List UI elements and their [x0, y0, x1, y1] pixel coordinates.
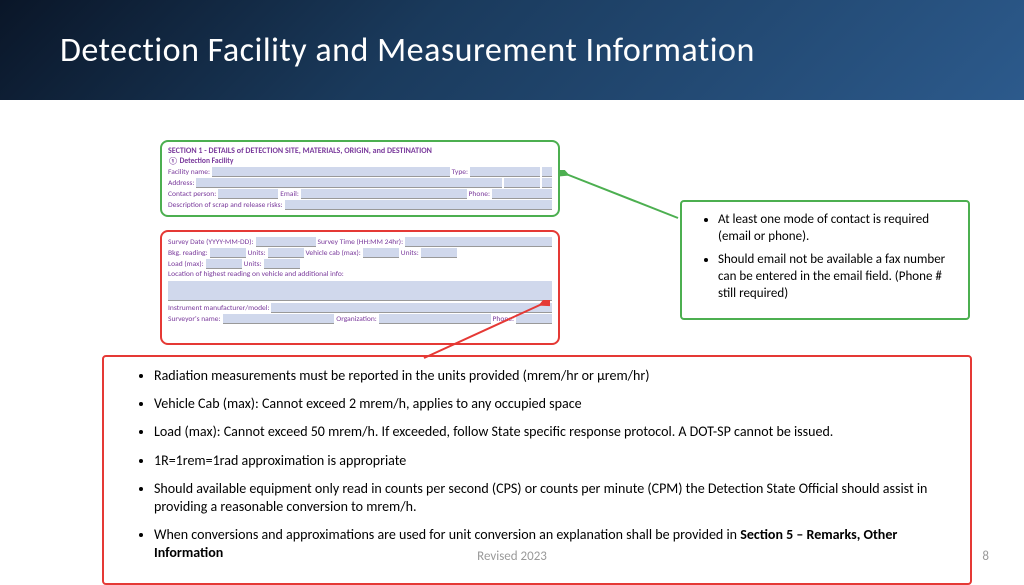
field-surveyor: [223, 314, 335, 324]
field-address: [196, 178, 502, 188]
red-note-2: Load (max): Cannot exceed 50 mrem/h. If …: [154, 423, 964, 441]
form-section-title: SECTION 1 - DETAILS of DETECTION SITE, M…: [168, 146, 552, 156]
slide-header: Detection Facility and Measurement Infor…: [0, 0, 1024, 100]
red-note-5: When conversions and approximations are …: [154, 526, 964, 562]
label-contact: Contact person:: [168, 190, 216, 199]
field-location: [168, 281, 552, 301]
field-units2: [421, 248, 457, 258]
field-vehicle: [363, 248, 399, 258]
field-address2: [504, 178, 540, 188]
field-bkg: [210, 248, 246, 258]
label-bkg: Bkg. reading:: [168, 249, 208, 258]
red-note-3: 1R=1rem=1rad approximation is appropriat…: [154, 452, 964, 470]
label-location: Location of highest reading on vehicle a…: [168, 270, 552, 279]
slide-content: SECTION 1 - DETAILS of DETECTION SITE, M…: [0, 100, 1024, 576]
label-phone2: Phone:: [493, 315, 514, 324]
green-note-0: At least one mode of contact is required…: [718, 212, 962, 246]
label-survey-time: Survey Time (HH:MM 24hr):: [318, 238, 404, 247]
label-load: Load (max):: [168, 260, 204, 269]
label-facility: Facility name:: [168, 168, 210, 177]
red-note-1: Vehicle Cab (max): Cannot exceed 2 mrem/…: [154, 395, 964, 413]
field-phone2: [516, 314, 552, 324]
red-note-0: Radiation measurements must be reported …: [154, 367, 964, 385]
label-survey-date: Survey Date (YYYY-MM-DD):: [168, 238, 254, 247]
form-subsection: ① Detection Facility: [168, 157, 233, 166]
label-phone: Phone:: [469, 190, 490, 199]
label-units3: Units:: [244, 260, 262, 269]
field-instrument: [271, 303, 552, 313]
field-type-ext: [542, 167, 552, 177]
field-contact: [218, 189, 278, 199]
label-vehicle: Vehicle cab (max):: [306, 249, 361, 258]
slide-title: Detection Facility and Measurement Infor…: [60, 30, 755, 71]
green-note-1: Should email not be available a fax numb…: [718, 252, 962, 303]
field-email: [301, 189, 467, 199]
callout-contact-notes: At least one mode of contact is required…: [680, 200, 970, 320]
footer-revised: Revised 2023: [477, 549, 547, 564]
label-org: Organization:: [336, 315, 377, 324]
label-units1: Units:: [248, 249, 266, 258]
field-units3: [264, 259, 300, 269]
field-desc: [285, 200, 552, 210]
field-time: [405, 237, 552, 247]
form-detection-facility: SECTION 1 - DETAILS of DETECTION SITE, M…: [160, 140, 560, 217]
field-address3: [542, 178, 552, 188]
form-measurements: Survey Date (YYYY-MM-DD): Survey Time (H…: [160, 230, 560, 345]
field-units1: [268, 248, 304, 258]
label-email: Email:: [280, 190, 299, 199]
footer-page-number: 8: [982, 549, 989, 564]
label-units2: Units:: [401, 249, 419, 258]
label-instrument: Instrument manufacturer/model:: [168, 304, 269, 313]
label-address: Address:: [168, 179, 194, 188]
label-surveyor: Surveyor's name:: [168, 315, 221, 324]
label-desc: Description of scrap and release risks:: [168, 201, 283, 210]
field-load: [206, 259, 242, 269]
red-note-4: Should available equipment only read in …: [154, 480, 964, 516]
field-facility: [212, 167, 450, 177]
label-type: Type:: [452, 168, 468, 177]
arrow-green-icon: [560, 170, 680, 220]
field-date: [256, 237, 316, 247]
field-phone: [492, 189, 552, 199]
field-org: [379, 314, 491, 324]
field-type: [470, 167, 540, 177]
